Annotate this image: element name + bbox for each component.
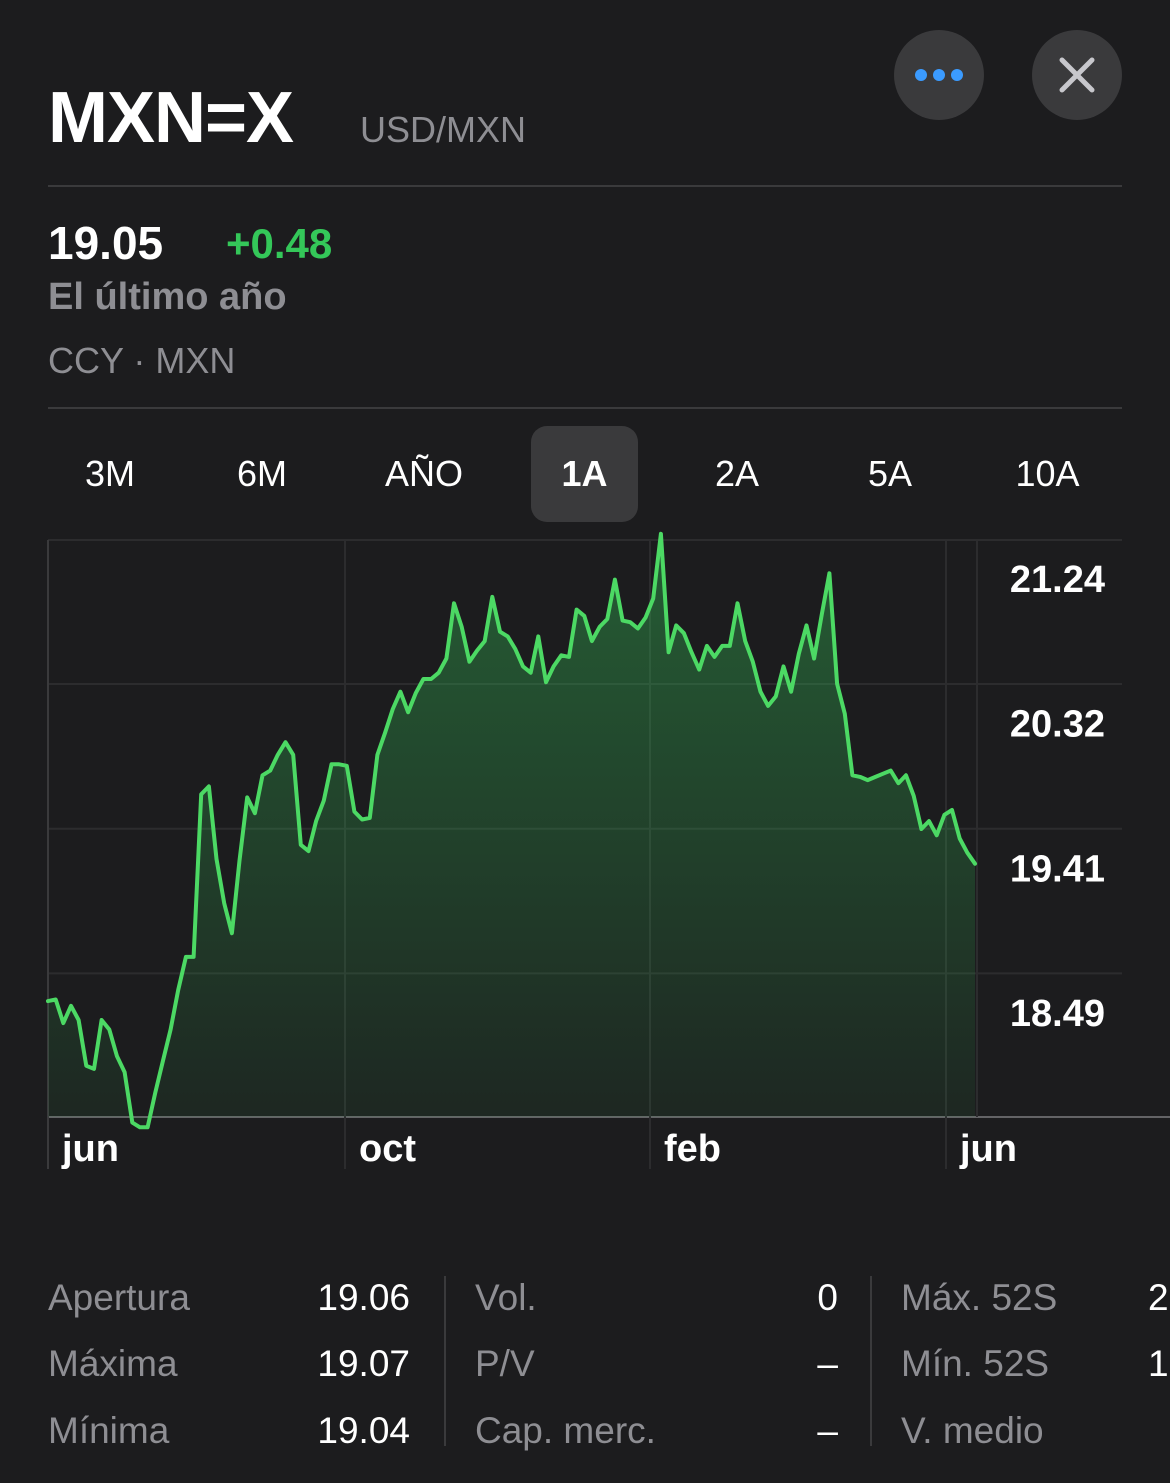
stat-label-pe: P/V xyxy=(475,1343,535,1384)
ticker-symbol: MXN=X xyxy=(48,78,294,158)
tab-5a[interactable]: 5A xyxy=(840,426,940,522)
currency-pair: USD/MXN xyxy=(360,109,527,150)
tab-10a[interactable]: 10A xyxy=(995,426,1100,522)
tab-2a[interactable]: 2A xyxy=(687,426,787,522)
price-chart[interactable]: 21.24 20.32 19.41 18.49 jun oct feb jun xyxy=(0,530,1170,1180)
stats-separator xyxy=(870,1276,872,1446)
stat-label-avg-volume: V. medio xyxy=(901,1410,1044,1451)
stat-value-low: 19.04 xyxy=(317,1410,410,1451)
tab-6m[interactable]: 6M xyxy=(212,426,312,522)
quote-divider xyxy=(48,407,1122,409)
stat-value-pe: – xyxy=(817,1343,838,1384)
stat-label-market-cap: Cap. merc. xyxy=(475,1410,656,1451)
price-change: +0.48 xyxy=(226,220,333,267)
current-price: 19.05 xyxy=(48,217,164,269)
y-tick-label: 18.49 xyxy=(1010,993,1105,1035)
y-tick-label: 20.32 xyxy=(1010,704,1105,746)
stat-label-52w-high: Máx. 52S xyxy=(901,1277,1058,1318)
stat-value-market-cap: – xyxy=(817,1410,838,1451)
exchange-label: CCY · MXN xyxy=(48,340,236,381)
stat-label-52w-low: Mín. 52S xyxy=(901,1343,1050,1384)
stat-value-high: 19.07 xyxy=(317,1343,410,1384)
x-tick-label: oct xyxy=(359,1128,416,1170)
close-icon xyxy=(1059,57,1095,93)
tab-year-to-date[interactable]: AÑO xyxy=(364,426,484,522)
price-area-fill xyxy=(48,533,975,1128)
stat-label-open: Apertura xyxy=(48,1277,190,1318)
stat-label-high: Máxima xyxy=(48,1343,178,1384)
stat-value-open: 19.06 xyxy=(317,1277,410,1318)
y-tick-label: 19.41 xyxy=(1010,848,1105,890)
ellipsis-icon xyxy=(915,69,963,81)
stat-value-volume: 0 xyxy=(817,1277,838,1318)
range-tabs: 3M 6M AÑO 1A 2A 5A 10A xyxy=(0,426,1170,522)
more-button[interactable] xyxy=(894,30,984,120)
tab-3m[interactable]: 3M xyxy=(60,426,160,522)
stat-value-52w-high: 2 xyxy=(1148,1277,1169,1318)
x-tick-label: jun xyxy=(959,1128,1017,1170)
header-divider xyxy=(48,185,1122,187)
y-tick-label: 21.24 xyxy=(1010,559,1105,601)
close-button[interactable] xyxy=(1032,30,1122,120)
x-tick-label: jun xyxy=(61,1128,119,1170)
stat-label-low: Mínima xyxy=(48,1410,170,1451)
x-tick-label: feb xyxy=(664,1128,721,1170)
stats-panel: Apertura 19.06 Máxima 19.07 Mínima 19.04… xyxy=(0,1276,1170,1456)
tab-1a[interactable]: 1A xyxy=(531,426,638,522)
stats-separator xyxy=(444,1276,446,1446)
stat-value-52w-low: 1 xyxy=(1148,1343,1169,1384)
stat-label-volume: Vol. xyxy=(475,1277,537,1318)
period-label: El último año xyxy=(48,276,287,318)
